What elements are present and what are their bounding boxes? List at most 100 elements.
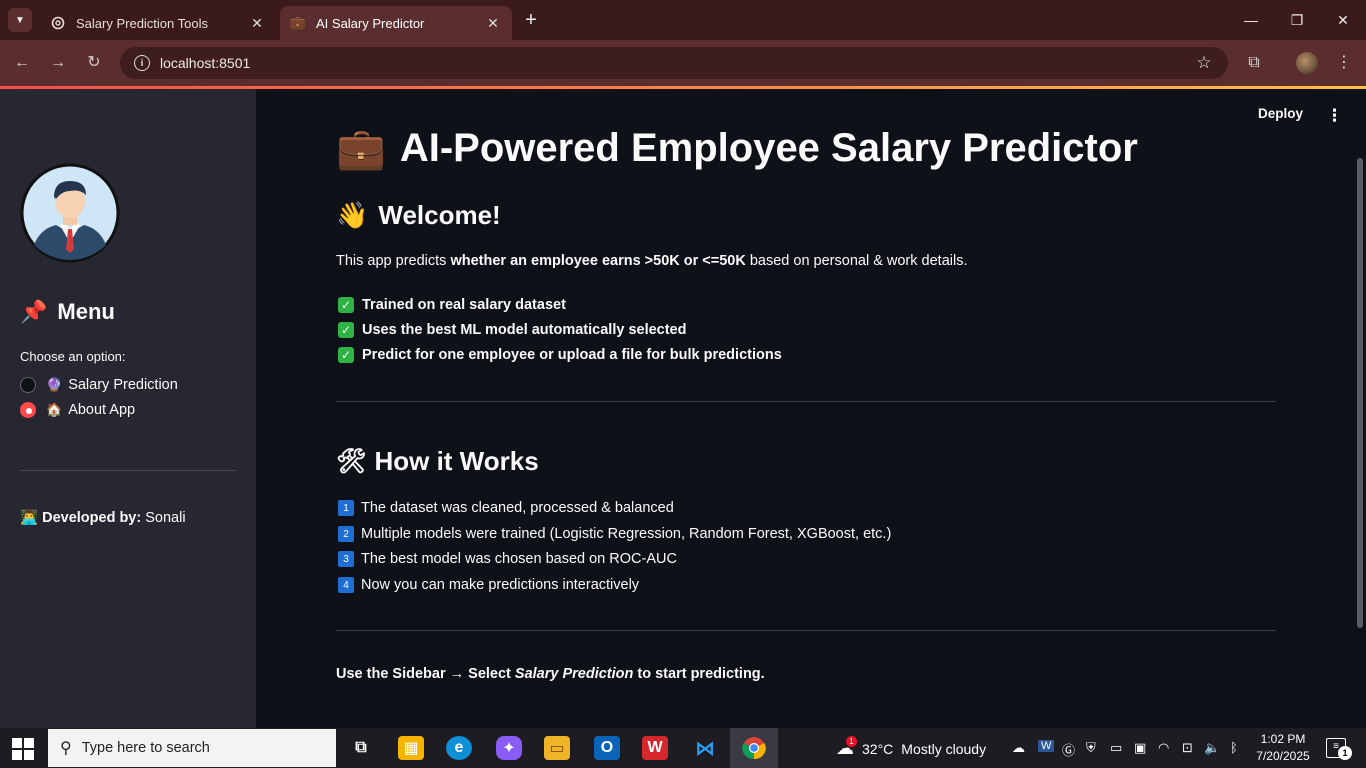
sidebar-divider (20, 470, 236, 471)
intro-suffix: based on personal & work details. (745, 253, 968, 269)
check-mark-icon: ✓ (338, 297, 354, 313)
browser-tab-ai-salary-predictor[interactable]: 💼 AI Salary Predictor ✕ (280, 6, 512, 40)
keycap-number-icon: 1 (338, 500, 354, 516)
briefcase-icon: 💼 (336, 126, 386, 171)
radio-about-app[interactable]: 🏠 About App (20, 399, 135, 421)
crystal-ball-icon: 🔮 (46, 377, 63, 392)
page-title-text: AI-Powered Employee Salary Predictor (399, 125, 1138, 170)
microsoft-store-icon[interactable]: ▦ (398, 736, 424, 760)
new-tab-button[interactable]: + (520, 9, 542, 31)
keycap-number-icon: 4 (338, 577, 354, 593)
browser-menu-icon[interactable]: ⋮ (1332, 51, 1356, 75)
copilot-icon[interactable]: ✦ (496, 736, 522, 760)
weather-alert-badge: 1 (846, 736, 857, 747)
notification-count-badge: 1 (1338, 746, 1352, 760)
intro-bold: whether an employee earns >50K or <=50K (450, 253, 746, 269)
businessman-avatar-icon (20, 163, 120, 263)
keycap-number-icon: 3 (338, 551, 354, 567)
developer-credit: 👨‍💻 Developed by: Sonali (20, 509, 186, 526)
security-shield-icon[interactable]: ⛨ (1086, 740, 1096, 756)
streamlit-app: 📌 Menu Choose an option: 🔮 Salary Predic… (0, 86, 1366, 728)
waving-hand-icon: 👋 (336, 200, 369, 230)
weather-temp: 32°C (862, 740, 894, 757)
hammer-wrench-icon: 🛠 (336, 448, 367, 475)
site-info-icon[interactable]: i (134, 55, 150, 71)
file-explorer-icon[interactable]: ▭ (544, 736, 570, 760)
chrome-taskbar-icon[interactable] (730, 728, 778, 768)
tab-close-icon[interactable]: ✕ (484, 15, 502, 32)
bookmark-star-icon[interactable]: ☆ (1192, 51, 1216, 75)
window-close-button[interactable]: ✕ (1328, 8, 1358, 32)
weather-desc: Mostly cloudy (901, 740, 987, 757)
intro-paragraph: This app predicts whether an employee ea… (336, 253, 967, 269)
developer-label: Developed by: (42, 510, 142, 526)
onedrive-icon[interactable]: ☁ (1012, 740, 1025, 756)
windows-start-icon[interactable] (12, 738, 34, 760)
profile-avatar[interactable] (1296, 52, 1318, 74)
network-icon[interactable]: ⊡ (1182, 740, 1193, 756)
outlook-icon[interactable]: O (594, 736, 620, 760)
edge-browser-icon[interactable]: e (446, 736, 472, 760)
feature-item: ✓ Predict for one employee or upload a f… (338, 345, 782, 365)
radio-salary-prediction[interactable]: 🔮 Salary Prediction (20, 374, 178, 396)
welcome-heading-text: Welcome! (378, 200, 501, 230)
app-menu-kebab-icon[interactable]: ⋮ (1326, 106, 1343, 126)
step-item: 4 Now you can make predictions interacti… (338, 575, 639, 595)
address-bar[interactable]: i localhost:8501 (120, 47, 1228, 79)
menu-title: Menu (57, 299, 115, 324)
pushpin-icon: 📌 (20, 299, 48, 324)
feature-text: Trained on real salary dataset (362, 297, 566, 313)
house-icon: 🏠 (46, 402, 63, 417)
wps-office-icon[interactable]: W (642, 736, 668, 760)
tab-search-dropdown-button[interactable]: ▼ (8, 8, 32, 32)
clock-time: 1:02 PM (1260, 732, 1306, 746)
tab-title: AI Salary Predictor (316, 15, 425, 31)
footer-italic: Salary Prediction (514, 666, 634, 682)
restore-button[interactable]: ❐ (1282, 8, 1312, 32)
tab-close-icon[interactable]: ✕ (248, 15, 266, 32)
vscode-icon[interactable]: ⋈ (692, 736, 718, 760)
how-it-works-heading: 🛠 How it Works (336, 446, 539, 477)
word-tray-icon[interactable]: W (1038, 740, 1055, 752)
section-divider (336, 401, 1276, 402)
search-icon: ⚲ (60, 740, 72, 757)
section-divider (336, 630, 1276, 631)
footer-suffix: to start predicting. (633, 666, 765, 682)
radio-circle-checked[interactable] (20, 402, 36, 418)
sidebar: 📌 Menu Choose an option: 🔮 Salary Predic… (0, 89, 256, 728)
deploy-button[interactable]: Deploy (1258, 106, 1303, 121)
main-scrollbar[interactable] (1357, 158, 1363, 628)
taskbar-search-input[interactable]: ⚲ Type here to search (48, 729, 336, 767)
taskbar-clock[interactable]: 1:02 PM 7/20/2025 (1254, 731, 1312, 765)
how-heading-text: How it Works (374, 446, 539, 476)
back-arrow-icon[interactable]: ← (10, 51, 34, 75)
radio-option-label: About App (68, 402, 136, 418)
weather-widget[interactable]: ☁ 32°C Mostly cloudy (836, 738, 986, 759)
bluetooth-icon[interactable]: ᛒ (1230, 740, 1238, 755)
battery-icon[interactable]: ▭ (1110, 740, 1122, 756)
url-text: localhost:8501 (160, 55, 251, 71)
step-item: 2 Multiple models were trained (Logistic… (338, 524, 891, 544)
step-text: Multiple models were trained (Logistic R… (361, 526, 892, 542)
openai-icon (50, 15, 66, 31)
speaker-icon[interactable]: 🔈 (1204, 740, 1220, 756)
grammarly-icon[interactable]: Ⓖ (1062, 740, 1075, 759)
radio-circle[interactable] (20, 377, 36, 393)
extensions-puzzle-icon[interactable]: ⧉ (1242, 51, 1266, 75)
check-mark-icon: ✓ (338, 347, 354, 363)
minimize-button[interactable]: — (1236, 8, 1266, 32)
display-icon[interactable]: ▣ (1134, 740, 1146, 756)
keycap-number-icon: 2 (338, 526, 354, 542)
menu-heading: 📌 Menu (20, 299, 115, 325)
tab-title: Salary Prediction Tools (76, 15, 208, 31)
step-text: The dataset was cleaned, processed & bal… (361, 500, 674, 516)
wifi-icon[interactable]: ◠ (1158, 740, 1169, 756)
radio-group-label: Choose an option: (20, 349, 126, 364)
task-view-icon[interactable]: ⧉ (348, 736, 374, 760)
browser-tab-salary-tools[interactable]: Salary Prediction Tools ✕ (40, 6, 276, 40)
browser-toolbar: ← → ↻ i localhost:8501 ☆ ⧉ ⋮ (0, 40, 1366, 86)
forward-arrow-icon[interactable]: → (46, 51, 70, 75)
feature-item: ✓ Trained on real salary dataset (338, 295, 566, 315)
feature-text: Uses the best ML model automatically sel… (362, 322, 687, 338)
reload-icon[interactable]: ↻ (82, 51, 106, 75)
